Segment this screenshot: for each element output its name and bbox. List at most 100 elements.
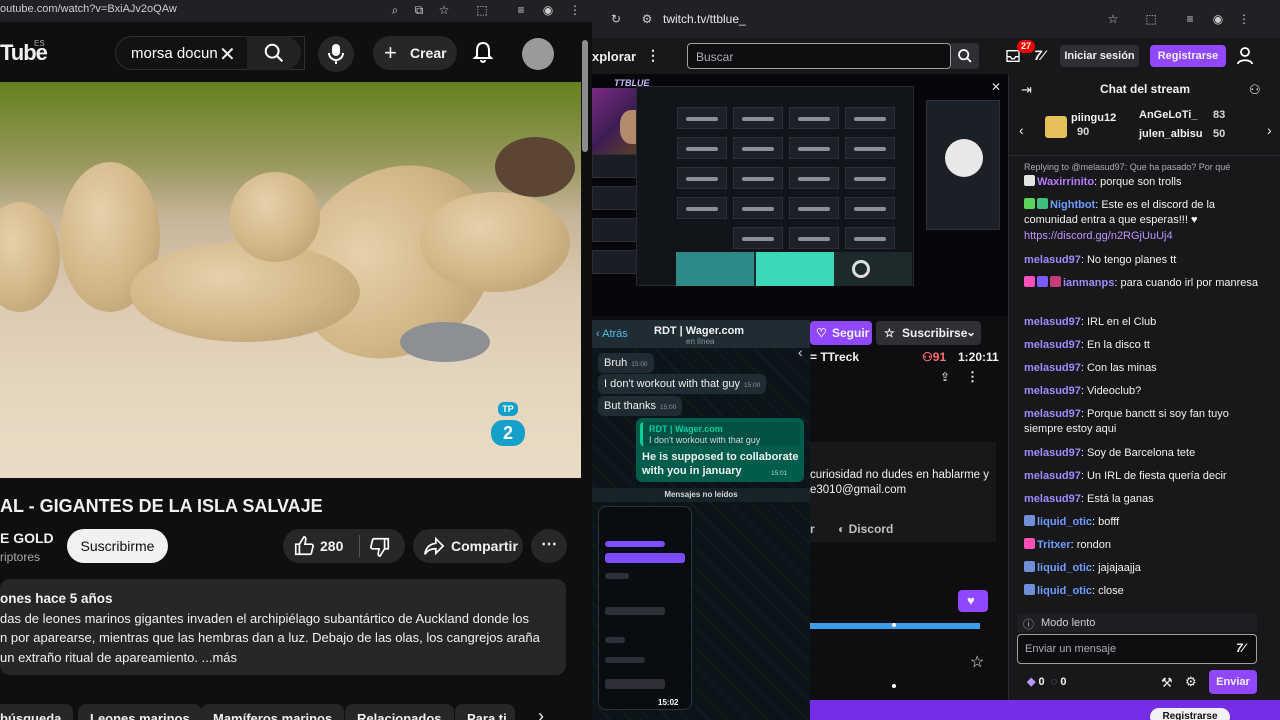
notifications-button[interactable] — [471, 40, 497, 66]
chevron-left-icon[interactable]: ‹ — [1019, 122, 1024, 138]
contact-name[interactable]: RDT | Wager.com — [654, 325, 744, 337]
star-icon[interactable]: ☆ — [970, 652, 984, 672]
chat-user[interactable]: ianmanps — [1063, 277, 1114, 289]
discord-link[interactable]: ◐ Discord — [838, 522, 893, 536]
info-icon: ⓘ — [1023, 619, 1034, 631]
chat-user[interactable]: melasud97 — [1024, 339, 1081, 351]
chat-user[interactable]: Tritxer — [1037, 539, 1071, 551]
chat-user[interactable]: liquid_otic — [1037, 562, 1092, 574]
emote-icon[interactable]: 7⁄ — [1236, 641, 1245, 655]
search-button[interactable] — [951, 43, 979, 69]
thumbs-down-icon[interactable] — [369, 536, 391, 558]
signup-button[interactable]: Registrarse — [1150, 45, 1226, 67]
chip[interactable]: Para ti — [455, 704, 515, 720]
user-icon[interactable] — [1237, 47, 1253, 65]
weapon-slot — [677, 137, 727, 159]
extensions-icon[interactable]: ⬚ — [475, 3, 489, 17]
like-count[interactable]: 280 — [320, 538, 343, 554]
media-icon[interactable]: ≡ — [514, 3, 528, 17]
thumbs-up-icon[interactable] — [293, 535, 315, 557]
heart-button[interactable]: ♥ — [958, 590, 988, 612]
weapon-slot — [789, 197, 839, 219]
bookmark-star-icon[interactable]: ☆ — [1106, 12, 1120, 26]
close-icon[interactable]: ✕ — [991, 80, 1001, 94]
chat-user[interactable]: melasud97 — [1024, 470, 1081, 482]
gift-user[interactable]: piingu12 — [1071, 112, 1116, 124]
chevron-right-icon[interactable]: › — [538, 706, 544, 720]
share-button[interactable]: Compartir — [413, 529, 523, 563]
gift-user[interactable]: AnGeLoTi_ — [1139, 109, 1197, 121]
chat-user[interactable]: liquid_otic — [1037, 585, 1092, 597]
profile-icon[interactable]: ◉ — [1211, 12, 1225, 26]
profile-icon[interactable]: ◉ — [541, 3, 555, 17]
reload-icon[interactable]: ↻ — [609, 12, 623, 26]
search-input[interactable]: Buscar — [687, 43, 951, 69]
stream-category[interactable]: = TTreck — [810, 350, 859, 364]
description-box[interactable]: ones hace 5 años das de leones marinos g… — [0, 579, 566, 675]
tools-icon[interactable]: ⚒ — [1161, 675, 1173, 691]
twitch-window: ↻ ⚙ twitch.tv/ttblue_ ☆ ⬚ ≡ ◉ ⋮ xplorar … — [592, 0, 1280, 720]
chip[interactable]: búsqueda — [0, 704, 74, 720]
address-bar[interactable]: twitch.tv/ttblue_ — [663, 12, 746, 26]
users-icon[interactable]: ⚇ — [1249, 82, 1261, 98]
chip[interactable]: Relacionados — [345, 704, 454, 720]
chat-user[interactable]: melasud97 — [1024, 385, 1081, 397]
chat-user[interactable]: melasud97 — [1024, 362, 1081, 374]
media-icon[interactable]: ≡ — [1183, 12, 1197, 26]
chat-user[interactable]: melasud97 — [1024, 447, 1081, 459]
menu-icon[interactable]: ⋮ — [568, 3, 582, 17]
create-button[interactable]: + Crear — [373, 36, 457, 70]
share-icon[interactable]: ⇪ — [940, 370, 950, 384]
chat-link[interactable]: https://discord.gg/n2RGjUuUj4 — [1024, 229, 1268, 244]
chat-text: : Un IRL de fiesta quería decir — [1080, 470, 1227, 482]
clear-icon[interactable]: ✕ — [219, 42, 236, 67]
menu-icon[interactable]: ⋮ — [1237, 12, 1251, 26]
unread-divider: Mensajes no leídos — [592, 488, 810, 502]
search-button[interactable] — [247, 36, 301, 70]
zoom-icon[interactable]: ⌕ — [388, 3, 402, 17]
scrollbar[interactable] — [582, 40, 588, 152]
channel-points[interactable]: ◆ 0 ◌ 0 — [1027, 675, 1067, 688]
signup-banner-button[interactable]: Registrarse — [1150, 708, 1230, 720]
follow-button[interactable]: ♡ Seguir — [810, 321, 872, 345]
description-line: das de leones marinos gigantes invaden e… — [0, 610, 530, 626]
chat-input[interactable]: Enviar un mensaje 7⁄ — [1017, 634, 1257, 664]
gift-user[interactable]: julen_albisu — [1139, 128, 1203, 140]
chat-user[interactable]: melasud97 — [1024, 254, 1081, 266]
chat-user[interactable]: Waxirrinito — [1037, 176, 1094, 188]
chip[interactable]: Leones marinos — [78, 704, 202, 720]
extensions-icon[interactable]: ⬚ — [1144, 12, 1158, 26]
chat-user[interactable]: Nightbot — [1050, 199, 1095, 211]
subscribe-button[interactable]: ☆ Suscribirse ⌄ — [876, 321, 981, 345]
voice-search-button[interactable] — [318, 36, 354, 72]
back-button[interactable]: ‹ Atrás — [596, 328, 628, 340]
chip[interactable]: Mamíferos marinos — [201, 704, 345, 720]
bookmark-star-icon[interactable]: ☆ — [437, 3, 451, 17]
more-icon[interactable]: ⋮ — [646, 47, 660, 64]
login-button[interactable]: Iniciar sesión — [1060, 45, 1139, 67]
chat-user[interactable]: liquid_otic — [1037, 516, 1092, 528]
chat-user[interactable]: melasud97 — [1024, 408, 1081, 420]
gear-icon[interactable]: ⚙ — [1185, 674, 1197, 690]
nav-browse[interactable]: xplorar — [592, 49, 636, 64]
site-info-icon[interactable]: ⚙ — [640, 12, 654, 26]
avatar[interactable] — [522, 38, 554, 70]
search-input[interactable]: morsa docun — [131, 45, 218, 62]
chevron-left-icon[interactable]: ‹ — [798, 344, 803, 360]
send-button[interactable]: Enviar — [1209, 670, 1257, 694]
chat-user[interactable]: melasud97 — [1024, 316, 1081, 328]
channel-name[interactable]: E GOLD — [0, 530, 54, 546]
address-bar[interactable]: outube.com/watch?v=BxiAJv2oQAw — [0, 3, 177, 15]
follow-link[interactable]: r — [810, 522, 815, 536]
prime-icon[interactable]: 7⁄ — [1034, 47, 1044, 63]
install-icon[interactable]: ⧉ — [412, 3, 426, 17]
video-player[interactable] — [0, 82, 581, 478]
bubble — [605, 607, 665, 615]
chevron-right-icon[interactable]: › — [1267, 122, 1272, 138]
chat-user[interactable]: melasud97 — [1024, 493, 1081, 505]
more-icon[interactable]: ⋮ — [966, 369, 979, 385]
bot-icon — [1037, 198, 1048, 209]
more-actions-button[interactable]: ⋯ — [531, 529, 567, 563]
stream-player[interactable]: TTBLUE ✕ — [592, 74, 1008, 316]
subscribe-button[interactable]: Suscribirme — [67, 529, 168, 563]
